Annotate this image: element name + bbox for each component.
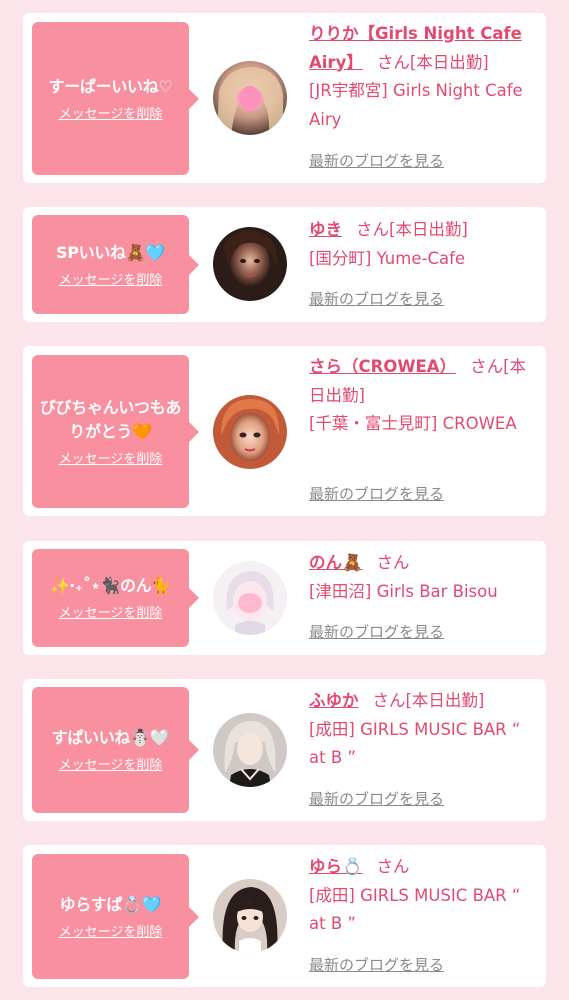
cast-name-link[interactable]: のん🧸 <box>309 553 363 572</box>
latest-blog-link[interactable]: 最新のブログを見る <box>309 484 444 504</box>
honorific: さん <box>470 357 504 376</box>
avatar-photo <box>213 561 287 635</box>
delete-message-link[interactable]: メッセージを削除 <box>59 606 163 622</box>
delete-message-link[interactable]: メッセージを削除 <box>59 925 163 941</box>
message-text: SPいいね🧸🩵 <box>56 242 165 262</box>
avatar[interactable] <box>213 713 287 787</box>
honorific: さん <box>376 553 410 572</box>
like-message-list: すーぱーいいね♡ メッセージを削除 りりか【Girls Night Cafe A… <box>0 0 569 1000</box>
delete-message-link[interactable]: メッセージを削除 <box>59 452 163 468</box>
message-text: すぱいいね☃️🤍 <box>51 728 170 747</box>
attendance-status: [本日出勤] <box>409 52 489 72</box>
avatar-photo <box>213 227 287 301</box>
shop-info: [津田沼] Girls Bar Bisou <box>309 581 498 601</box>
avatar[interactable] <box>213 879 287 953</box>
message-text: ゆらすぱ💍🩵 <box>59 894 162 914</box>
message-bubble: すーぱーいいね♡ メッセージを削除 <box>32 22 199 175</box>
avatar-photo <box>213 879 287 953</box>
shop-info: [成田] GIRLS MUSIC BAR “ at B ” <box>309 719 521 768</box>
avatar[interactable] <box>213 395 287 469</box>
message-card: SPいいね🧸🩵 メッセージを削除 ゆき さん[本日出勤] [国分町] Yume-… <box>23 207 546 322</box>
message-text: すーぱーいいね♡ <box>48 76 173 96</box>
message-card: ゆらすぱ💍🩵 メッセージを削除 ゆら💍 さん [成田] GIRLS MUSIC B… <box>23 845 546 987</box>
avatar-photo <box>213 395 287 469</box>
shop-info: [JR宇都宮] Girls Night Cafe Airy <box>309 81 523 129</box>
latest-blog-link[interactable]: 最新のブログを見る <box>309 151 444 171</box>
message-card: すぱいいね☃️🤍 メッセージを削除 ふゆか さん[本日出勤] [成田] GIRLS… <box>23 679 546 821</box>
attendance-status: [本日出勤] <box>389 220 468 239</box>
message-bubble: すぱいいね☃️🤍 メッセージを削除 <box>32 687 199 813</box>
avatar[interactable] <box>213 561 287 635</box>
cast-name-link[interactable]: ゆら💍 <box>309 857 363 876</box>
message-bubble: SPいいね🧸🩵 メッセージを削除 <box>32 215 199 314</box>
message-bubble: びびちゃんいつもありがとう🧡 メッセージを削除 <box>32 355 199 508</box>
cast-info: ゆき さん[本日出勤] [国分町] Yume-Cafe <box>309 216 541 273</box>
cast-info: ゆら💍 さん [成田] GIRLS MUSIC BAR “ at B ” <box>309 853 541 939</box>
cast-name-link[interactable]: ゆき <box>309 220 342 239</box>
honorific: さん <box>372 691 406 710</box>
cast-name-link[interactable]: ふゆか <box>309 691 359 710</box>
avatar-photo <box>213 713 287 787</box>
latest-blog-link[interactable]: 最新のブログを見る <box>309 789 444 809</box>
cast-name-link[interactable]: さら（CROWEA） <box>309 357 456 376</box>
cast-info: ふゆか さん[本日出勤] [成田] GIRLS MUSIC BAR “ at B … <box>309 687 541 773</box>
delete-message-link[interactable]: メッセージを削除 <box>59 758 163 774</box>
honorific: さん <box>356 220 389 239</box>
avatar[interactable] <box>213 227 287 301</box>
delete-message-link[interactable]: メッセージを削除 <box>59 107 163 123</box>
attendance-status: [本日出勤] <box>405 691 485 710</box>
honorific: さん <box>376 52 410 72</box>
message-bubble: ゆらすぱ💍🩵 メッセージを削除 <box>32 854 199 979</box>
latest-blog-link[interactable]: 最新のブログを見る <box>309 955 444 975</box>
cast-info: さら（CROWEA） さん[本日出勤] [千葉・富士見町] CROWEA <box>309 353 541 439</box>
shop-info: [成田] GIRLS MUSIC BAR “ at B ” <box>309 885 521 934</box>
honorific: さん <box>376 857 410 876</box>
shop-info: [国分町] Yume-Cafe <box>309 248 466 268</box>
message-text: ✨‧₊˚⋆🐈‍⬛のん🐈 <box>49 576 172 595</box>
message-card: びびちゃんいつもありがとう🧡 メッセージを削除 さら（CROWEA） さん[本日… <box>23 346 546 516</box>
avatar-photo <box>213 61 287 135</box>
message-card: すーぱーいいね♡ メッセージを削除 りりか【Girls Night Cafe A… <box>23 13 546 183</box>
cast-info: りりか【Girls Night Cafe Airy】 さん[本日出勤] [JR宇都… <box>309 20 541 134</box>
avatar[interactable] <box>213 61 287 135</box>
message-text: びびちゃんいつもありがとう🧡 <box>39 397 182 441</box>
message-bubble: ✨‧₊˚⋆🐈‍⬛のん🐈 メッセージを削除 <box>32 549 199 647</box>
delete-message-link[interactable]: メッセージを削除 <box>59 273 163 289</box>
message-card: ✨‧₊˚⋆🐈‍⬛のん🐈 メッセージを削除 のん🧸 さん [津田沼] Girls B… <box>23 541 546 655</box>
latest-blog-link[interactable]: 最新のブログを見る <box>309 289 444 309</box>
latest-blog-link[interactable]: 最新のブログを見る <box>309 622 444 642</box>
shop-info: [千葉・富士見町] CROWEA <box>309 414 517 433</box>
cast-info: のん🧸 さん [津田沼] Girls Bar Bisou <box>309 549 541 606</box>
